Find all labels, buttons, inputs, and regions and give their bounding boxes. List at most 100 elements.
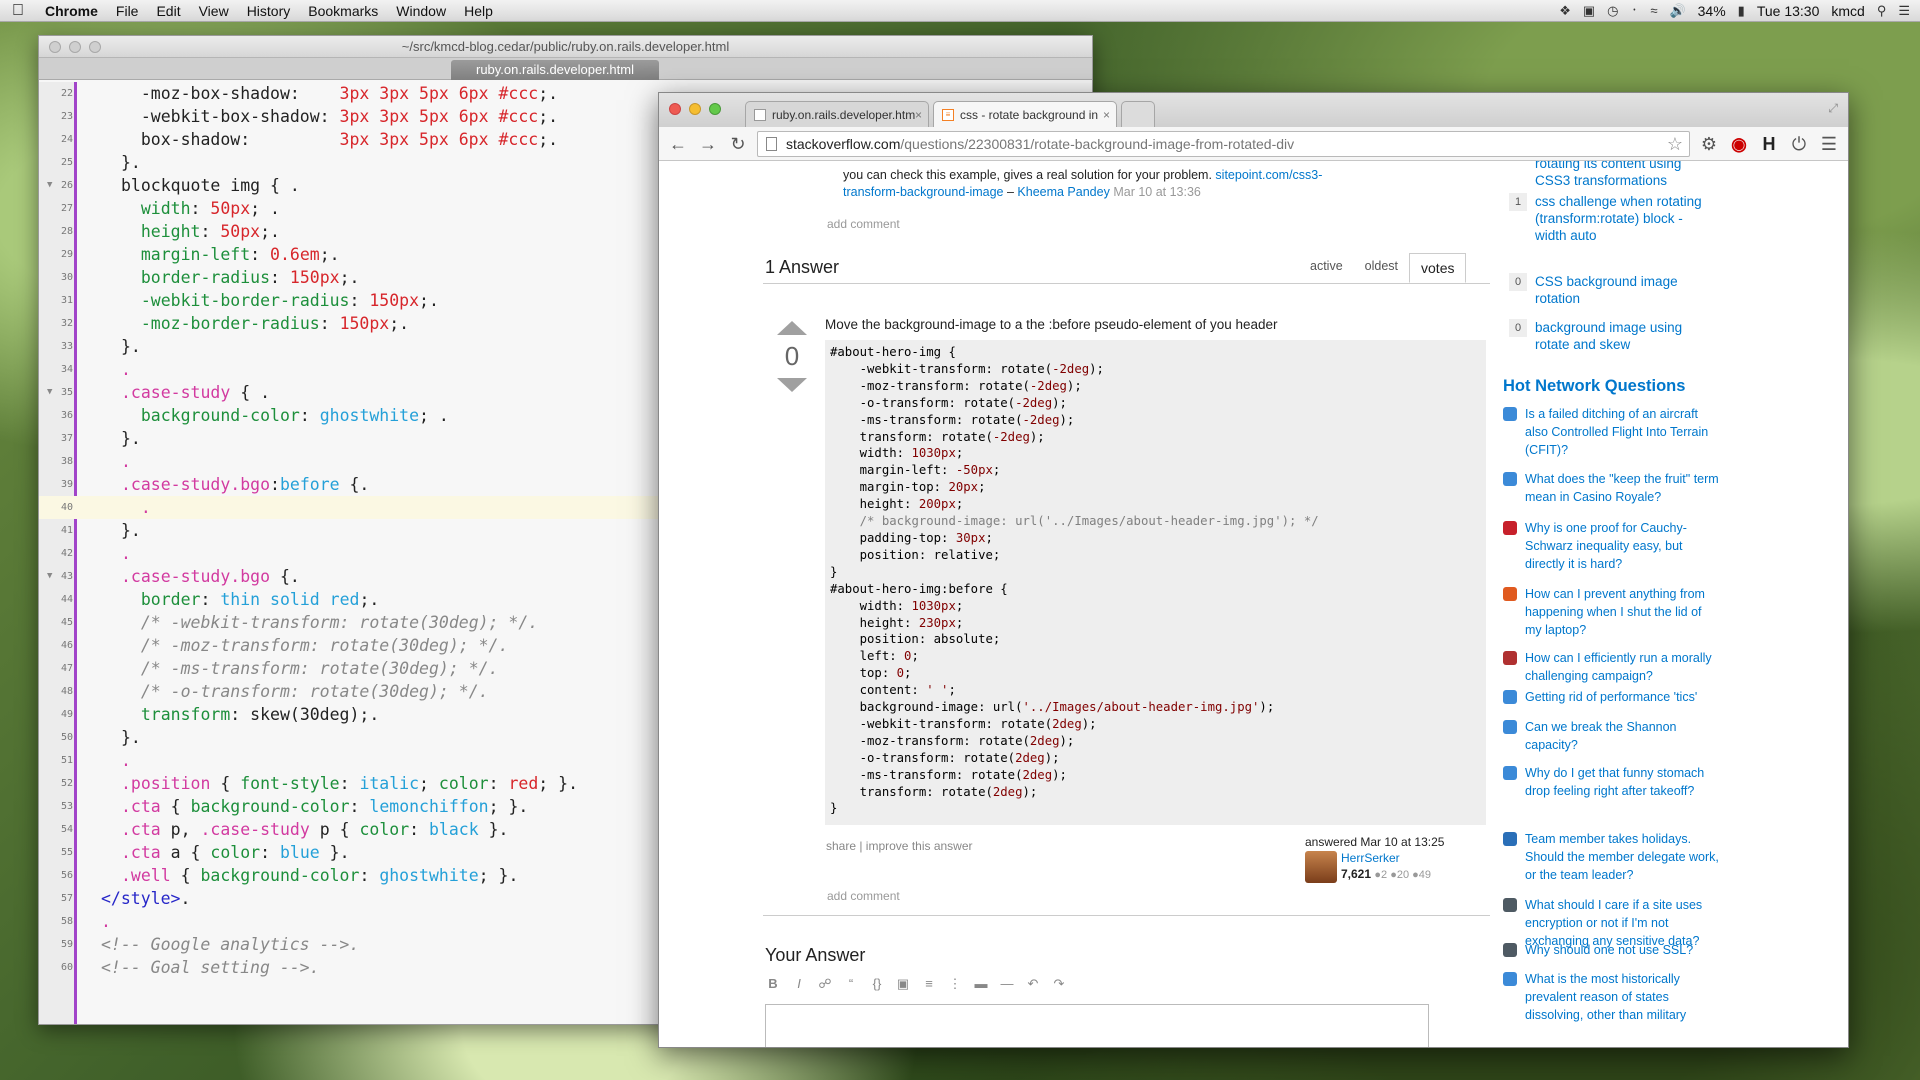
history-icon	[1503, 972, 1517, 986]
hnq-title[interactable]: Can we break the Shannon capacity?	[1525, 718, 1720, 754]
hnq-title[interactable]: How can I prevent anything from happenin…	[1525, 585, 1720, 639]
related-title[interactable]: css challenge when rotating (transform:r…	[1535, 193, 1705, 244]
editor-toolbar: B I ☍ “ {} ▣ ≡ ⋮ ▬ — ↶ ↷	[765, 976, 1067, 992]
numbered-list-icon[interactable]: ≡	[921, 976, 937, 992]
related-title[interactable]: background image using rotate and skew	[1535, 319, 1705, 353]
italic-icon[interactable]: I	[791, 976, 807, 992]
power-icon[interactable]: ⏻	[1788, 133, 1810, 155]
back-icon[interactable]: ←	[667, 133, 689, 155]
close-button[interactable]	[49, 41, 61, 53]
post-menu[interactable]: share | improve this answer	[826, 839, 973, 853]
zoom-button[interactable]	[709, 103, 721, 115]
tab-oldest[interactable]: oldest	[1354, 253, 1409, 283]
clock[interactable]: Tue 13:30	[1757, 3, 1820, 19]
tab-votes[interactable]: votes	[1409, 253, 1467, 283]
avatar[interactable]	[1305, 851, 1337, 883]
related-title[interactable]: CSS background image rotation	[1535, 273, 1705, 307]
menu-icon[interactable]: ☰	[1818, 133, 1840, 155]
hnq-title[interactable]: What is the most historically prevalent …	[1525, 970, 1720, 1024]
comment-text: you can check this example, gives a real…	[843, 168, 1212, 182]
menu-help[interactable]: Help	[455, 3, 502, 19]
undo-icon[interactable]: ↶	[1025, 976, 1041, 992]
editor-titlebar: ~/src/kmcd-blog.cedar/public/ruby.on.rai…	[39, 36, 1092, 58]
zoom-button[interactable]	[89, 41, 101, 53]
link-icon[interactable]: ☍	[817, 976, 833, 992]
editor-tab[interactable]: ruby.on.rails.developer.html	[451, 60, 659, 80]
close-tab-icon[interactable]: ×	[915, 102, 922, 127]
bluetooth-icon[interactable]: ᛫	[1631, 3, 1639, 18]
hnq-title[interactable]: Why is one proof for Cauchy-Schwarz ineq…	[1525, 519, 1720, 573]
menu-file[interactable]: File	[107, 3, 148, 19]
divider	[763, 915, 1490, 916]
battery-percent[interactable]: 34%	[1698, 3, 1726, 19]
minimize-button[interactable]	[69, 41, 81, 53]
answers-header: 1 Answer	[765, 257, 840, 277]
bookmark-star-icon[interactable]: ☆	[1667, 132, 1683, 156]
related-count: 0	[1509, 319, 1527, 337]
menu-chrome[interactable]: Chrome	[36, 3, 107, 19]
hnq-title[interactable]: Is a failed ditching of an aircraft also…	[1525, 405, 1720, 459]
menu-view[interactable]: View	[190, 3, 238, 19]
display-icon[interactable]: ▣	[1583, 3, 1595, 19]
hnq-title[interactable]: Team member takes holidays. Should the m…	[1525, 830, 1720, 884]
menu-history[interactable]: History	[238, 3, 300, 19]
minimize-button[interactable]	[689, 103, 701, 115]
divider	[763, 283, 1490, 284]
menu-edit[interactable]: Edit	[147, 3, 189, 19]
gear-icon[interactable]: ⚙	[1698, 133, 1720, 155]
hnq-title[interactable]: Why do I get that funny stomach drop fee…	[1525, 764, 1720, 800]
downvote-icon[interactable]	[777, 378, 807, 392]
menu-window[interactable]: Window	[387, 3, 455, 19]
code-icon[interactable]: {}	[869, 976, 885, 992]
image-icon[interactable]: ▣	[895, 976, 911, 992]
new-tab-button[interactable]	[1121, 101, 1155, 127]
hnq-title[interactable]: Why should one not use SSL?	[1525, 941, 1720, 959]
bold-icon[interactable]: B	[765, 976, 781, 992]
wifi-icon[interactable]: ≈	[1650, 3, 1657, 18]
quote-icon[interactable]: “	[843, 976, 859, 992]
hnq-title[interactable]: How can I efficiently run a morally chal…	[1525, 649, 1720, 685]
battery-icon: ▮	[1737, 2, 1745, 18]
volume-icon[interactable]: 🔊	[1669, 3, 1685, 19]
hnq-title[interactable]: What does the "keep the fruit" term mean…	[1525, 470, 1720, 506]
related-title[interactable]: rotating its content using CSS3 transfor…	[1535, 161, 1705, 189]
stackoverflow-page: you can check this example, gives a real…	[659, 161, 1848, 1047]
add-comment-link[interactable]: add comment	[827, 889, 900, 903]
user-name[interactable]: kmcd	[1831, 3, 1864, 19]
user-name[interactable]: HerrSerker	[1341, 851, 1400, 865]
reload-icon[interactable]: ↻	[727, 133, 749, 155]
hr-icon[interactable]: —	[999, 976, 1015, 992]
address-bar[interactable]: stackoverflow.com/questions/22300831/rot…	[757, 130, 1690, 157]
dropbox-icon[interactable]: ❖	[1559, 3, 1571, 19]
close-tab-icon[interactable]: ×	[1103, 102, 1110, 127]
tab-active[interactable]: active	[1299, 253, 1354, 283]
page-info-icon	[766, 136, 777, 151]
upvote-icon[interactable]	[777, 321, 807, 335]
forward-icon[interactable]: →	[697, 133, 719, 155]
adblock-icon[interactable]: ◉	[1728, 133, 1750, 155]
tab-stackoverflow[interactable]: ≡ css - rotate background in ×	[933, 101, 1117, 127]
bullet-list-icon[interactable]: ⋮	[947, 976, 963, 992]
add-comment-link[interactable]: add comment	[827, 217, 900, 231]
tab-strip: ruby.on.rails.developer.htm × ≡ css - ro…	[659, 93, 1848, 127]
tab-ruby-developer[interactable]: ruby.on.rails.developer.htm ×	[745, 101, 929, 127]
comment-date: Mar 10 at 13:36	[1113, 185, 1201, 199]
notification-icon[interactable]: ☰	[1898, 3, 1910, 19]
heading-icon[interactable]: ▬	[973, 976, 989, 992]
gamedev-icon	[1503, 690, 1517, 704]
hnq-title[interactable]: Getting rid of performance 'tics'	[1525, 688, 1720, 706]
apple-icon[interactable]: 	[0, 2, 36, 20]
pm-icon	[1503, 832, 1517, 846]
spotlight-icon[interactable]: ⚲	[1877, 3, 1887, 19]
menu-bookmarks[interactable]: Bookmarks	[299, 3, 387, 19]
fullscreen-icon[interactable]: ⤢	[1828, 101, 1838, 116]
answer-textarea[interactable]	[765, 1004, 1429, 1047]
close-button[interactable]	[669, 103, 681, 115]
h-extension-icon[interactable]: H	[1758, 133, 1780, 155]
time-machine-icon[interactable]: ◷	[1607, 3, 1618, 19]
comment-author[interactable]: Kheema Pandey	[1017, 185, 1109, 199]
aviation-icon	[1503, 407, 1517, 421]
redo-icon[interactable]: ↷	[1051, 976, 1067, 992]
rpg-icon	[1503, 651, 1517, 665]
vote-cell: 0	[777, 321, 807, 392]
